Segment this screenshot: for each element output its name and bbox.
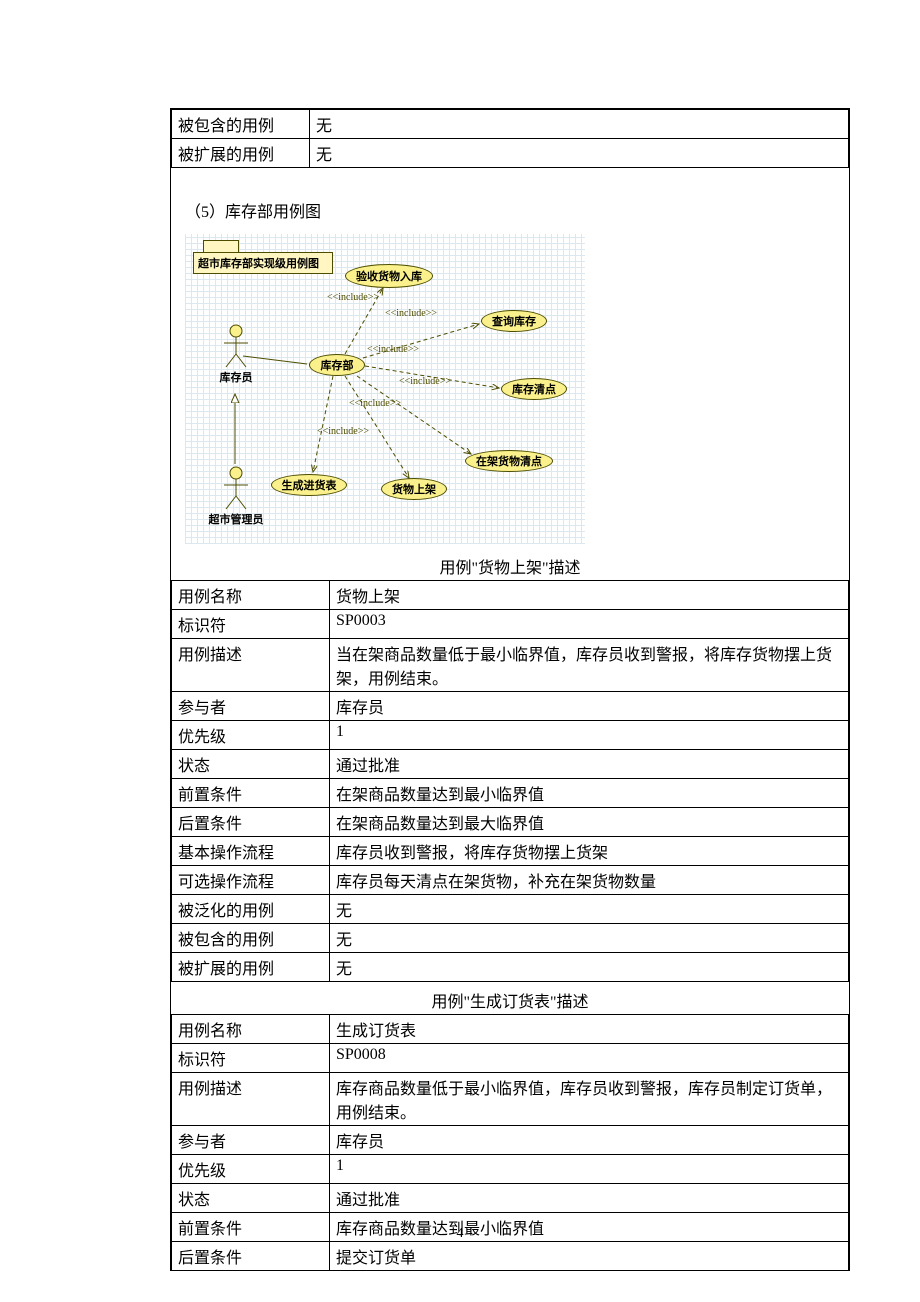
table-row: 被包含的用例 无 (172, 110, 849, 139)
page-number: 4 (0, 1226, 920, 1242)
table-row: 前置条件在架商品数量达到最小临界值 (172, 779, 849, 808)
table-row: 标识符SP0008 (172, 1044, 849, 1073)
cell-label: 状态 (172, 750, 330, 779)
diagram-wrap: 超市库存部实现级用例图 库存员 (171, 228, 849, 548)
table-row: 用例描述当在架商品数量低于最小临界值，库存员收到警报，将库存货物摆上货架，用例结… (172, 639, 849, 692)
table-row: 参与者库存员 (172, 1126, 849, 1155)
page-frame: 被包含的用例 无 被扩展的用例 无 （5）库存部用例图 超市库存部实现级用例图 … (170, 108, 850, 1271)
cell-value: 无 (310, 139, 849, 168)
cell-label: 后置条件 (172, 808, 330, 837)
cell-value: 无 (330, 924, 849, 953)
cell-label: 可选操作流程 (172, 866, 330, 895)
section-title: （5）库存部用例图 (171, 168, 849, 228)
cell-value: SP0003 (330, 610, 849, 639)
cell-label: 用例名称 (172, 581, 330, 610)
actor-icon (224, 324, 248, 368)
table-row: 优先级1 (172, 1155, 849, 1184)
cell-label: 被扩展的用例 (172, 139, 310, 168)
table-row: 标识符SP0003 (172, 610, 849, 639)
cell-value: 生成订货表 (330, 1015, 849, 1044)
cell-value: 通过批准 (330, 1184, 849, 1213)
table-row: 被扩展的用例 无 (172, 139, 849, 168)
cell-value: 1 (330, 721, 849, 750)
usecase-query-stock: 查询库存 (481, 310, 547, 332)
table-row: 状态通过批准 (172, 1184, 849, 1213)
table-row: 可选操作流程库存员每天清点在架货物，补充在架货物数量 (172, 866, 849, 895)
cell-value: SP0008 (330, 1044, 849, 1073)
table-row: 基本操作流程库存员收到警报，将库存货物摆上货架 (172, 837, 849, 866)
cell-value: 提交订货单 (330, 1242, 849, 1271)
cell-label: 优先级 (172, 1155, 330, 1184)
cell-label: 用例描述 (172, 639, 330, 692)
table-row: 被包含的用例无 (172, 924, 849, 953)
cell-label: 被包含的用例 (172, 924, 330, 953)
table-caption-1: 用例"货物上架"描述 (171, 548, 849, 580)
cell-label: 状态 (172, 1184, 330, 1213)
stereotype-label: <<include>> (385, 308, 437, 319)
table-row: 后置条件在架商品数量达到最大临界值 (172, 808, 849, 837)
actor-label: 库存员 (209, 369, 263, 385)
cell-label: 参与者 (172, 1126, 330, 1155)
cell-value: 1 (330, 1155, 849, 1184)
diagram-note: 超市库存部实现级用例图 (193, 252, 333, 274)
cell-value: 在架商品数量达到最小临界值 (330, 779, 849, 808)
cell-value: 库存员每天清点在架货物，补充在架货物数量 (330, 866, 849, 895)
actor-supermarket-admin: 超市管理员 (199, 466, 273, 527)
cell-label: 用例描述 (172, 1073, 330, 1126)
top-mini-table: 被包含的用例 无 被扩展的用例 无 (171, 109, 849, 168)
cell-value: 库存员 (330, 692, 849, 721)
actor-label: 超市管理员 (199, 511, 273, 527)
table-row: 被泛化的用例无 (172, 895, 849, 924)
table-caption-2: 用例"生成订货表"描述 (171, 982, 849, 1014)
note-tab (203, 240, 239, 252)
cell-label: 标识符 (172, 610, 330, 639)
cell-value: 通过批准 (330, 750, 849, 779)
usecase-gen-purchase: 生成进货表 (271, 474, 347, 496)
cell-label: 前置条件 (172, 779, 330, 808)
cell-value: 无 (330, 953, 849, 982)
usecase-goods-shelve: 货物上架 (381, 478, 447, 500)
table-row: 后置条件提交订货单 (172, 1242, 849, 1271)
cell-value: 库存员 (330, 1126, 849, 1155)
usecase-receive-goods: 验收货物入库 (345, 264, 433, 288)
table-row: 用例描述库存商品数量低于最小临界值，库存员收到警报，库存员制定订货单，用例结束。 (172, 1073, 849, 1126)
cell-label: 后置条件 (172, 1242, 330, 1271)
table-row: 被扩展的用例无 (172, 953, 849, 982)
table-row: 参与者库存员 (172, 692, 849, 721)
cell-label: 标识符 (172, 1044, 330, 1073)
table-row: 状态通过批准 (172, 750, 849, 779)
cell-value: 无 (310, 110, 849, 139)
table-row: 用例名称生成订货表 (172, 1015, 849, 1044)
stereotype-label: <<include>> (349, 398, 401, 409)
table-row: 优先级1 (172, 721, 849, 750)
cell-label: 优先级 (172, 721, 330, 750)
cell-label: 被扩展的用例 (172, 953, 330, 982)
cell-value: 无 (330, 895, 849, 924)
spec-table-1: 用例名称货物上架 标识符SP0003 用例描述当在架商品数量低于最小临界值，库存… (171, 580, 849, 982)
stereotype-label: <<include>> (327, 292, 379, 303)
cell-value: 在架商品数量达到最大临界值 (330, 808, 849, 837)
cell-label: 用例名称 (172, 1015, 330, 1044)
actor-icon (224, 466, 248, 510)
cell-label: 被泛化的用例 (172, 895, 330, 924)
usecase-diagram: 超市库存部实现级用例图 库存员 (185, 234, 585, 544)
usecase-shelf-count: 在架货物清点 (465, 450, 553, 472)
cell-value: 库存商品数量低于最小临界值，库存员收到警报，库存员制定订货单，用例结束。 (330, 1073, 849, 1126)
stereotype-label: <<include>> (399, 376, 451, 387)
stereotype-label: <<include>> (317, 426, 369, 437)
cell-label: 被包含的用例 (172, 110, 310, 139)
stereotype-label: <<include>> (367, 344, 419, 355)
table-row: 用例名称货物上架 (172, 581, 849, 610)
cell-value: 当在架商品数量低于最小临界值，库存员收到警报，将库存货物摆上货架，用例结束。 (330, 639, 849, 692)
cell-value: 货物上架 (330, 581, 849, 610)
actor-inventory-clerk: 库存员 (209, 324, 263, 385)
cell-label: 基本操作流程 (172, 837, 330, 866)
usecase-inventory-dept: 库存部 (309, 354, 365, 376)
cell-value: 库存员收到警报，将库存货物摆上货架 (330, 837, 849, 866)
cell-label: 参与者 (172, 692, 330, 721)
usecase-stock-count: 库存清点 (501, 378, 567, 400)
